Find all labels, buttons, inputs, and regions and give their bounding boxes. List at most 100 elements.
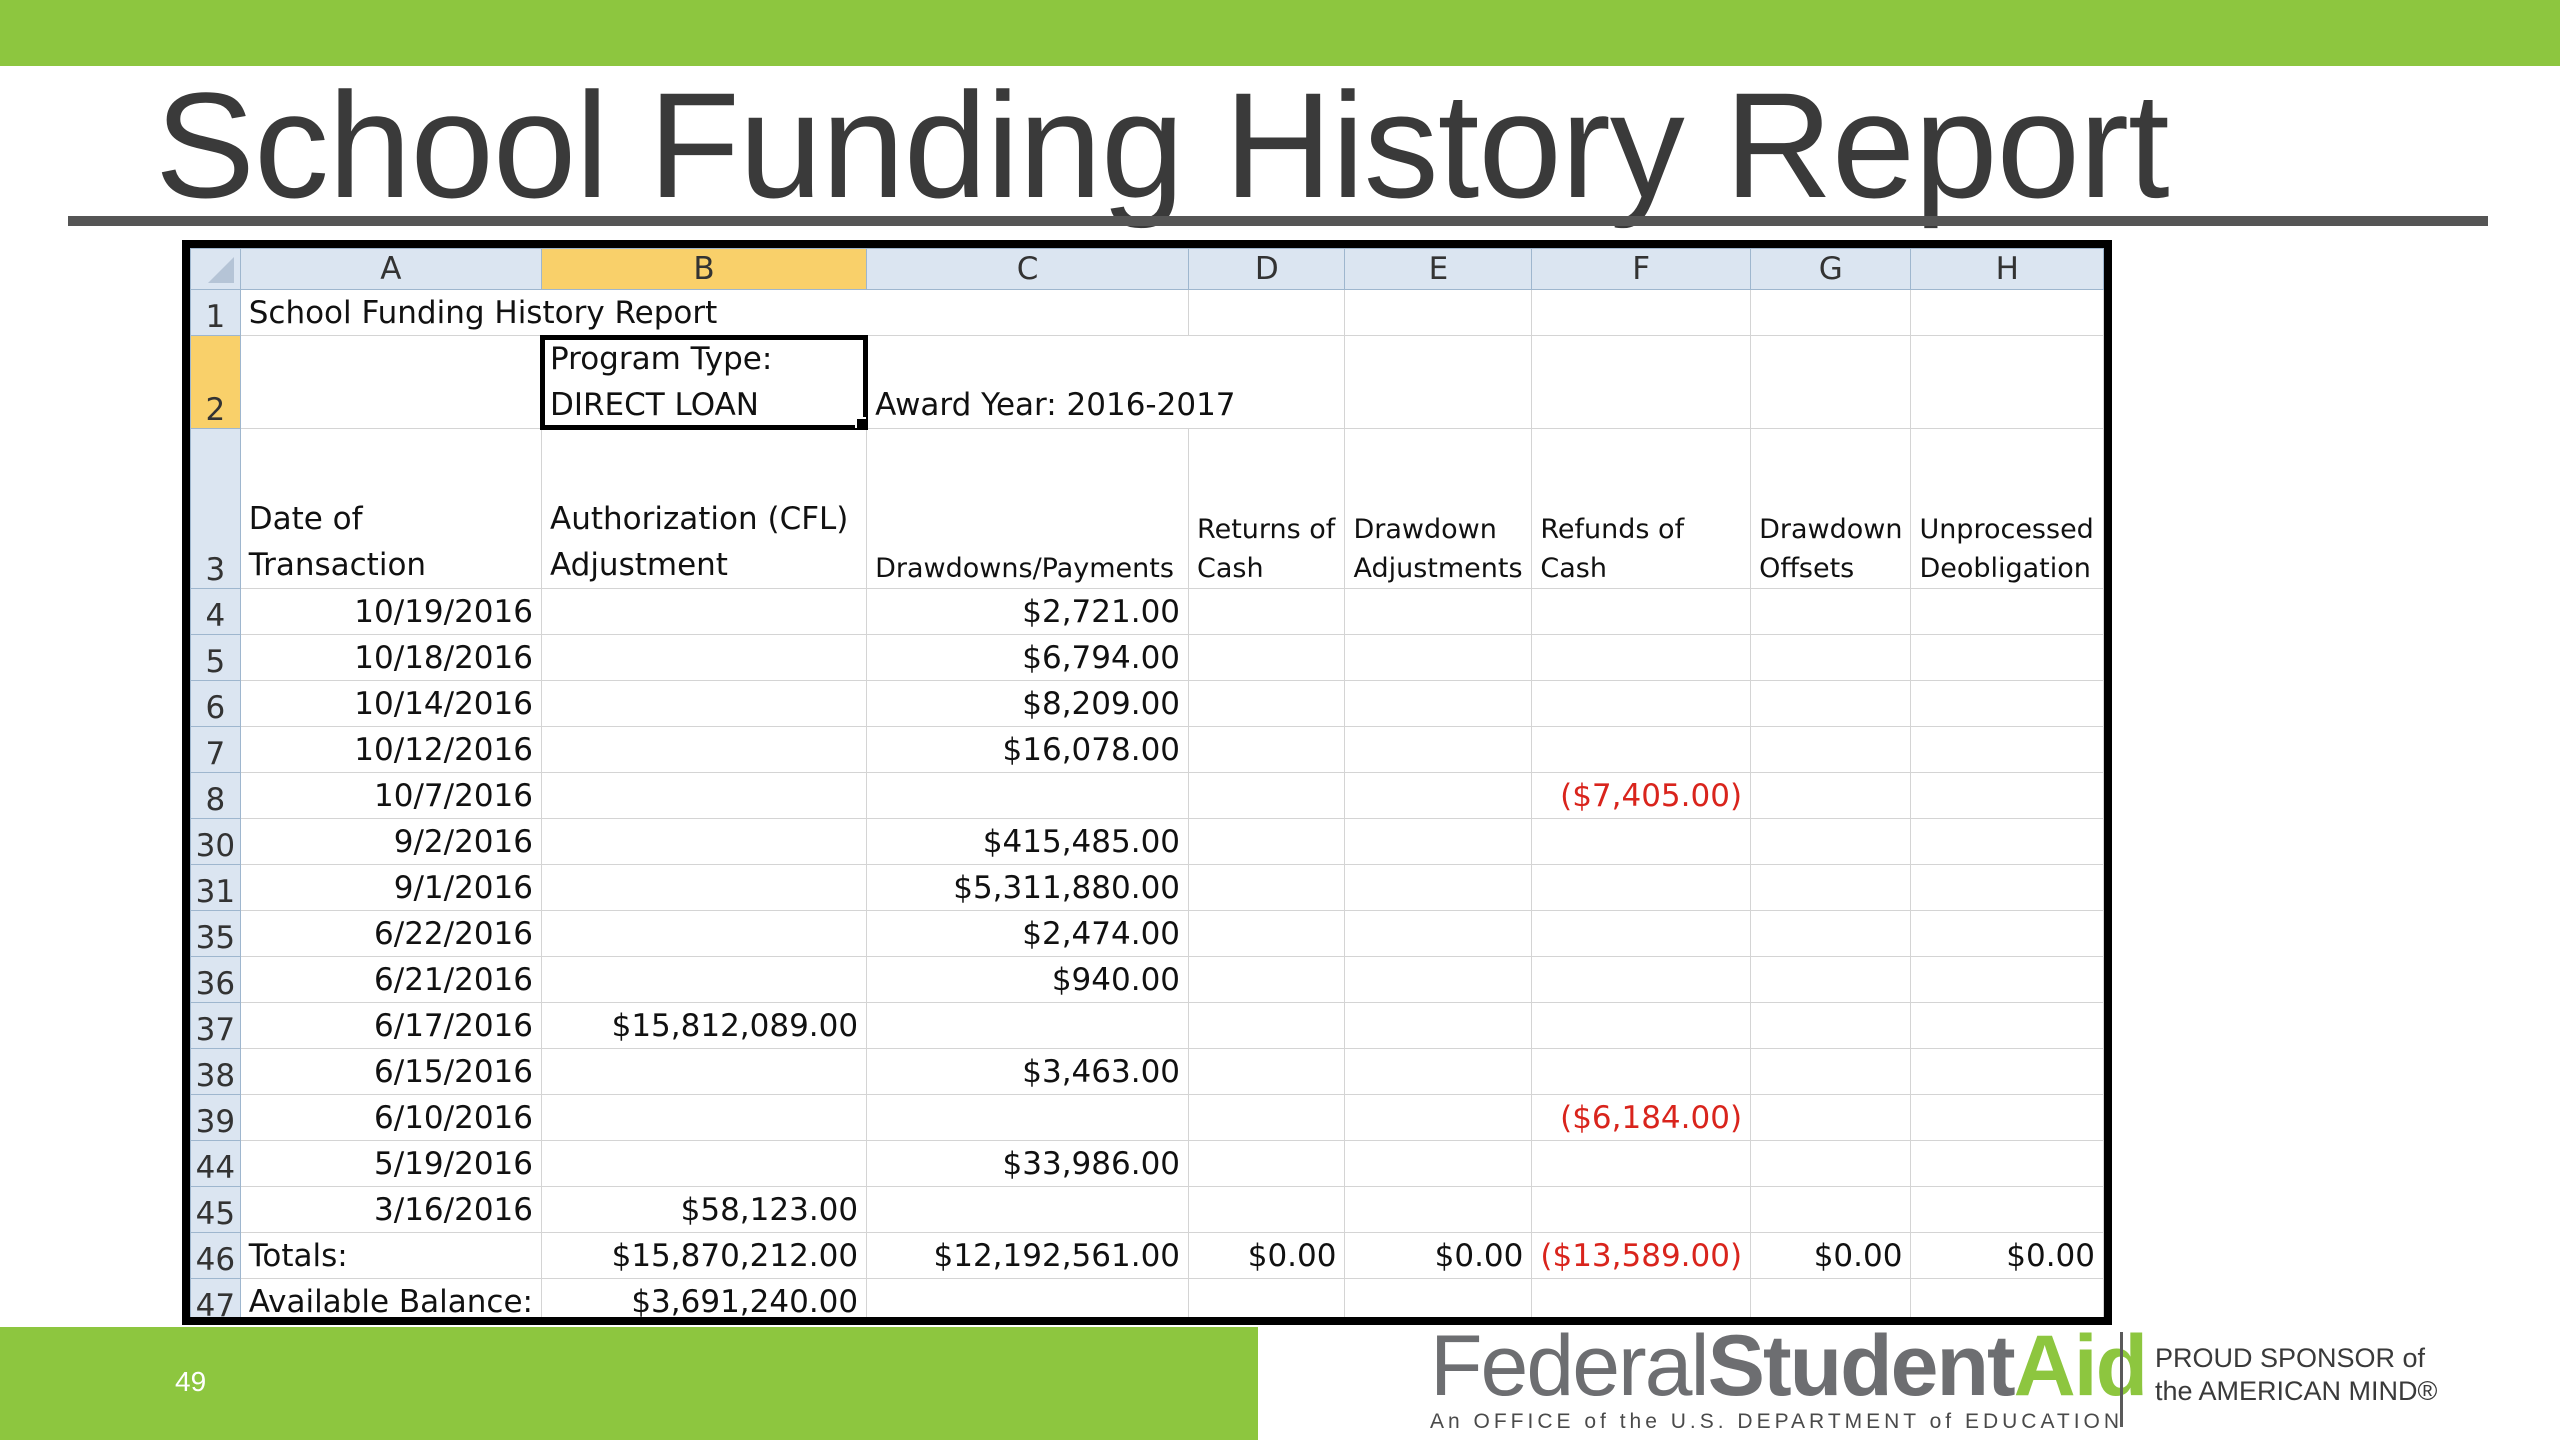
fill-handle[interactable]: [855, 417, 866, 428]
cell[interactable]: [1910, 818, 2104, 865]
total-offsets[interactable]: $0.00: [1750, 1232, 1912, 1279]
cell[interactable]: [1750, 289, 1912, 336]
row-header[interactable]: 6: [190, 680, 241, 727]
row-header[interactable]: 35: [190, 910, 241, 957]
refund-cell[interactable]: [1531, 1002, 1752, 1049]
cell[interactable]: [1344, 289, 1533, 336]
drawdown-cell[interactable]: $940.00: [866, 956, 1190, 1003]
cell[interactable]: [1910, 1002, 2104, 1049]
cell[interactable]: [1910, 634, 2104, 681]
cell[interactable]: [1188, 634, 1346, 681]
header-refunds-of-cash[interactable]: Refunds of Cash: [1531, 428, 1752, 589]
cell[interactable]: [239, 335, 542, 429]
cell[interactable]: [1910, 1186, 2104, 1233]
drawdown-cell[interactable]: $33,986.00: [866, 1140, 1190, 1187]
cell[interactable]: [1750, 1140, 1912, 1187]
refund-cell[interactable]: [1531, 864, 1752, 911]
cell[interactable]: [1750, 1094, 1912, 1141]
cell[interactable]: [1188, 818, 1346, 865]
cell[interactable]: [1750, 335, 1912, 429]
row-header[interactable]: 46: [190, 1232, 241, 1279]
header-drawdowns-payments[interactable]: Drawdowns/Payments: [866, 428, 1190, 589]
cell[interactable]: [1344, 634, 1533, 681]
date-cell[interactable]: 6/21/2016: [239, 956, 542, 1003]
cell[interactable]: [1750, 864, 1912, 911]
date-cell[interactable]: 6/10/2016: [239, 1094, 542, 1141]
cell[interactable]: [1344, 864, 1533, 911]
authorization-cell[interactable]: [540, 956, 868, 1003]
authorization-cell[interactable]: [540, 588, 868, 635]
cell[interactable]: [1188, 1186, 1346, 1233]
authorization-cell[interactable]: [540, 910, 868, 957]
report-title-cell[interactable]: School Funding History Report: [239, 289, 1190, 336]
cell[interactable]: [1531, 335, 1752, 429]
drawdown-cell[interactable]: $6,794.00: [866, 634, 1190, 681]
column-header-f[interactable]: F: [1531, 248, 1752, 290]
refund-cell[interactable]: [1531, 1140, 1752, 1187]
row-header[interactable]: 36: [190, 956, 241, 1003]
cell[interactable]: [1188, 680, 1346, 727]
date-cell[interactable]: 6/15/2016: [239, 1048, 542, 1095]
totals-label[interactable]: Totals:: [239, 1232, 542, 1279]
refund-cell[interactable]: [1531, 956, 1752, 1003]
cell[interactable]: [1910, 726, 2104, 773]
cell[interactable]: [1910, 680, 2104, 727]
selected-cell-program-type[interactable]: Program Type: DIRECT LOAN: [540, 334, 868, 430]
date-cell[interactable]: 6/22/2016: [239, 910, 542, 957]
date-cell[interactable]: 9/1/2016: [239, 864, 542, 911]
cell[interactable]: [1750, 1186, 1912, 1233]
cell[interactable]: [1344, 1186, 1533, 1233]
cell[interactable]: [1188, 1048, 1346, 1095]
authorization-cell[interactable]: [540, 1048, 868, 1095]
total-returns[interactable]: $0.00: [1188, 1232, 1346, 1279]
authorization-cell[interactable]: [540, 634, 868, 681]
cell[interactable]: [1188, 956, 1346, 1003]
cell[interactable]: [1750, 818, 1912, 865]
refund-cell[interactable]: [1531, 910, 1752, 957]
header-drawdown-offsets[interactable]: Drawdown Offsets: [1750, 428, 1912, 589]
total-drawdown-adjustments[interactable]: $0.00: [1344, 1232, 1533, 1279]
row-header[interactable]: 45: [190, 1186, 241, 1233]
cell[interactable]: [1910, 772, 2104, 819]
header-authorization-adjustment[interactable]: Authorization (CFL) Adjustment: [540, 428, 868, 589]
cell[interactable]: [1531, 289, 1752, 336]
authorization-cell[interactable]: $58,123.00: [540, 1186, 868, 1233]
cell[interactable]: [866, 1278, 1190, 1317]
authorization-cell[interactable]: [540, 772, 868, 819]
cell[interactable]: [1750, 1048, 1912, 1095]
cell[interactable]: [1188, 772, 1346, 819]
date-cell[interactable]: 10/7/2016: [239, 772, 542, 819]
cell[interactable]: [1910, 588, 2104, 635]
row-header[interactable]: 3: [190, 428, 241, 589]
cell[interactable]: [1750, 910, 1912, 957]
authorization-cell[interactable]: [540, 680, 868, 727]
cell[interactable]: [1344, 772, 1533, 819]
cell[interactable]: [1344, 1002, 1533, 1049]
cell[interactable]: [1188, 864, 1346, 911]
cell[interactable]: [1910, 864, 2104, 911]
cell[interactable]: [1188, 1094, 1346, 1141]
drawdown-cell[interactable]: $3,463.00: [866, 1048, 1190, 1095]
date-cell[interactable]: 10/18/2016: [239, 634, 542, 681]
date-cell[interactable]: 10/12/2016: [239, 726, 542, 773]
cell[interactable]: [1750, 634, 1912, 681]
award-year-cell[interactable]: Award Year: 2016-2017: [866, 335, 1346, 429]
row-header[interactable]: 31: [190, 864, 241, 911]
refund-cell[interactable]: [1531, 1048, 1752, 1095]
cell[interactable]: [1750, 588, 1912, 635]
cell[interactable]: [1750, 680, 1912, 727]
authorization-cell[interactable]: $15,812,089.00: [540, 1002, 868, 1049]
authorization-cell[interactable]: [540, 864, 868, 911]
cell[interactable]: [1910, 956, 2104, 1003]
drawdown-cell[interactable]: $2,474.00: [866, 910, 1190, 957]
cell[interactable]: [1188, 1140, 1346, 1187]
cell[interactable]: [1750, 956, 1912, 1003]
cell[interactable]: [1910, 335, 2104, 429]
authorization-cell[interactable]: [540, 726, 868, 773]
header-date-of-transaction[interactable]: Date of Transaction: [239, 428, 542, 589]
row-header[interactable]: 37: [190, 1002, 241, 1049]
drawdown-cell[interactable]: $16,078.00: [866, 726, 1190, 773]
drawdown-cell[interactable]: $415,485.00: [866, 818, 1190, 865]
refund-cell[interactable]: [1531, 726, 1752, 773]
cell[interactable]: [1188, 726, 1346, 773]
